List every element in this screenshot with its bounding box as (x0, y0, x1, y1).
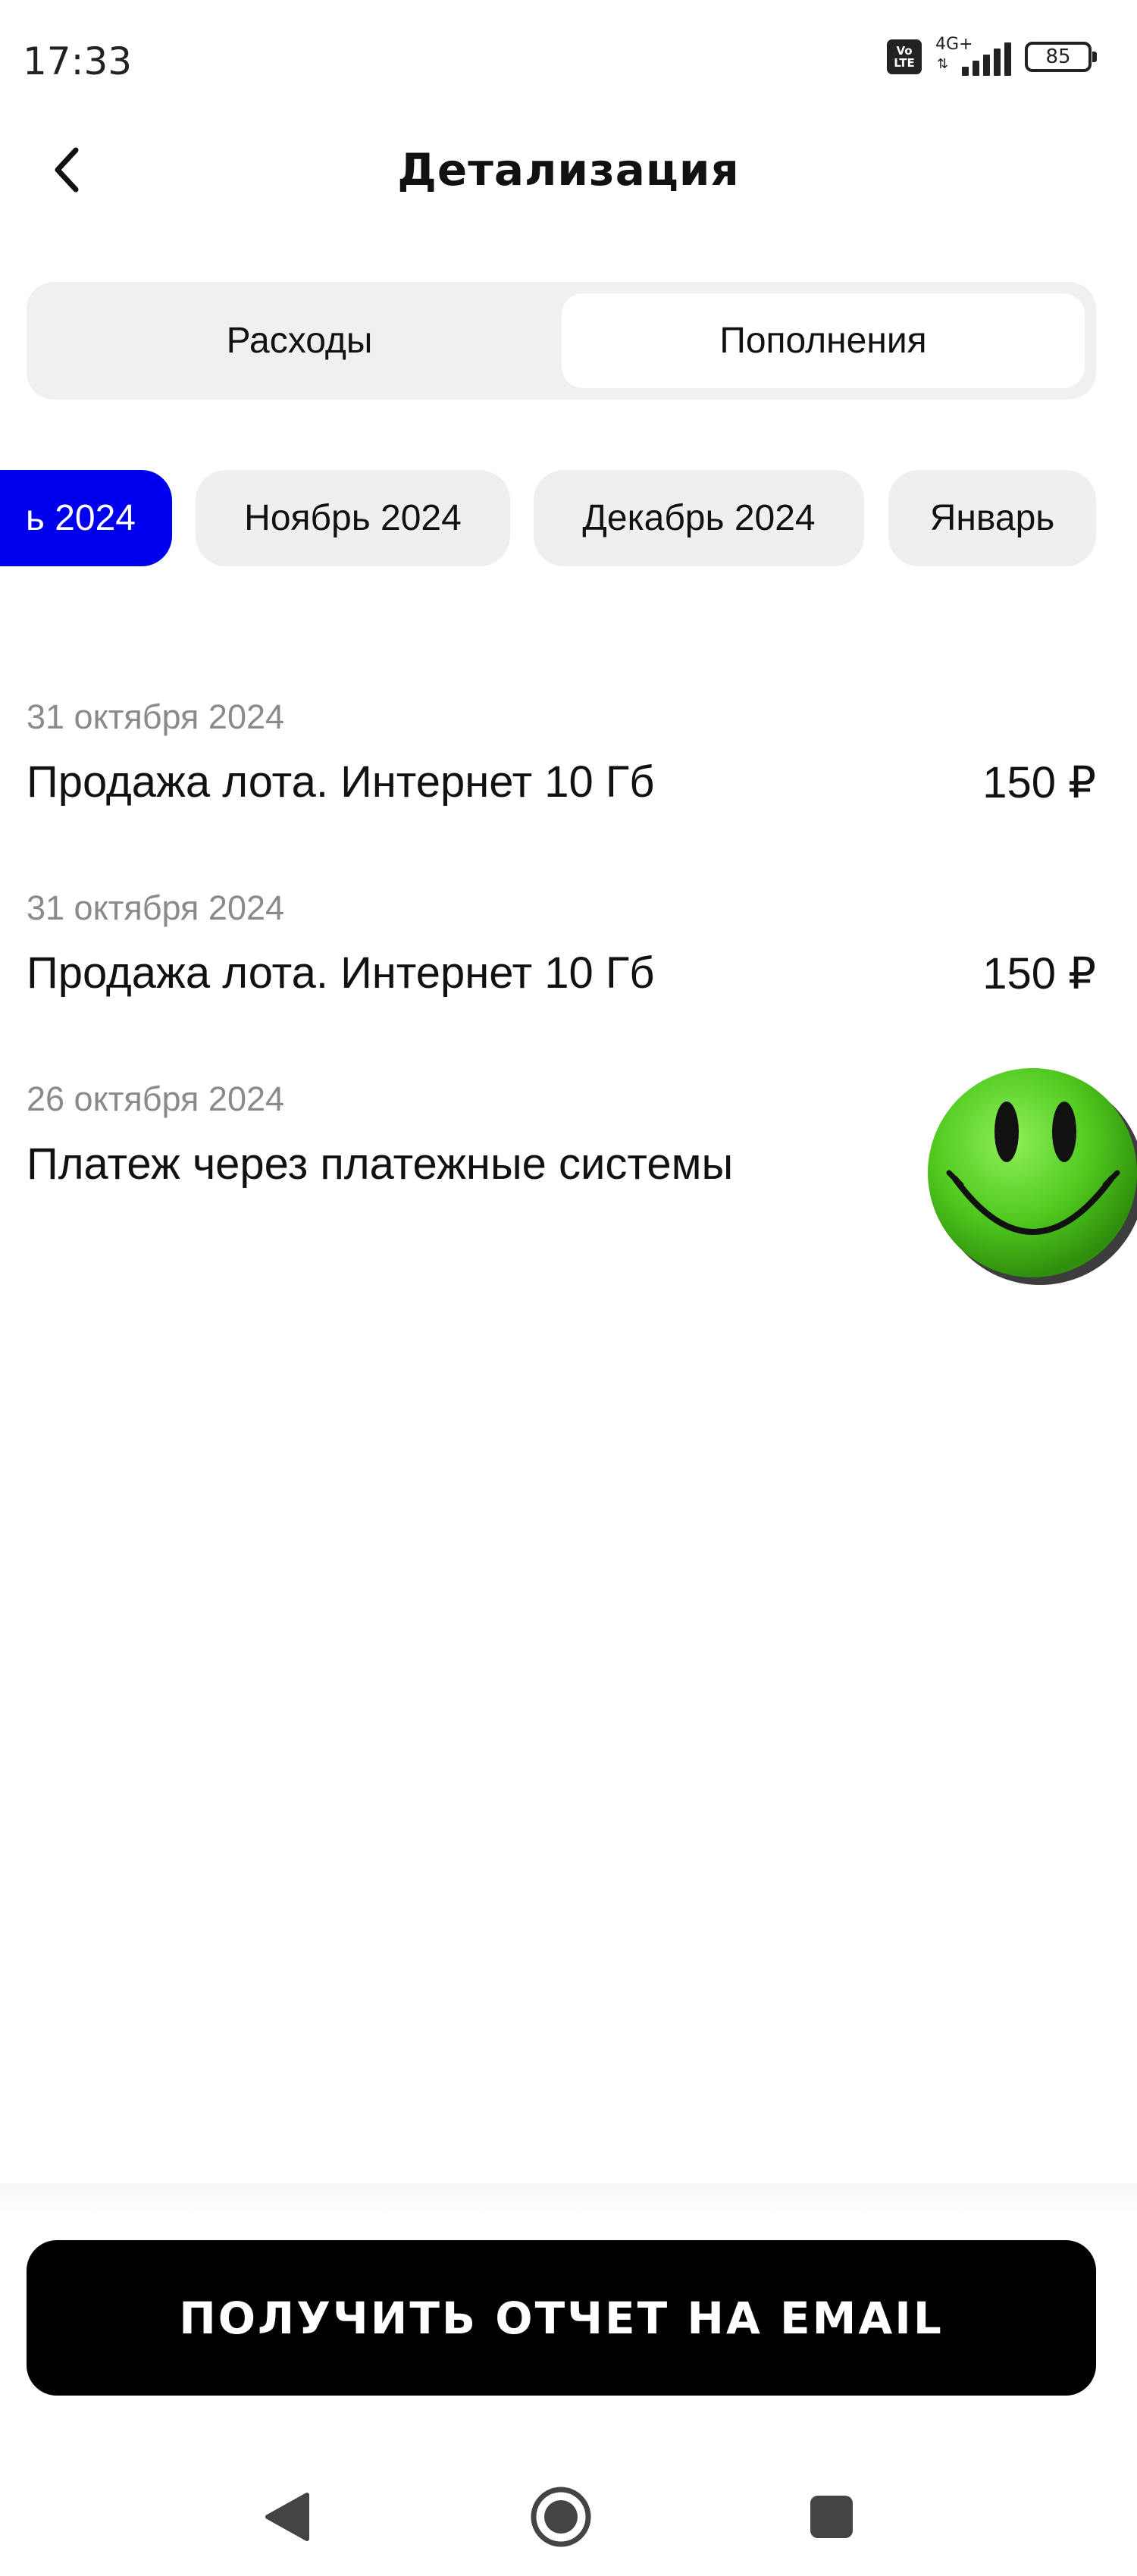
system-nav-bar (0, 2456, 1137, 2576)
volte-icon: Vo LTE (887, 39, 922, 74)
transaction-title: Платеж через платежные системы (27, 1139, 734, 1189)
transaction-item[interactable]: 31 октября 2024 Продажа лота. Интернет 1… (27, 682, 1096, 873)
status-icons: Vo LTE 4G+ ⇅ 85 (887, 35, 1097, 76)
battery-icon: 85 (1025, 42, 1097, 72)
transaction-title: Продажа лота. Интернет 10 Гб (27, 948, 655, 998)
transaction-title: Продажа лота. Интернет 10 Гб (27, 757, 655, 807)
transaction-date: 26 октября 2024 (27, 1080, 285, 1118)
tab-switcher: Расходы Пополнения (27, 282, 1096, 400)
transaction-date: 31 октября 2024 (27, 888, 285, 927)
smiley-face-graphic (928, 1068, 1137, 1285)
nav-home-button[interactable] (523, 2479, 599, 2555)
signal-icon: 4G+ ⇅ (935, 35, 1011, 76)
tab-top-ups[interactable]: Пополнения (562, 293, 1085, 388)
month-chip-november[interactable]: Ноябрь 2024 (196, 470, 510, 566)
transaction-date: 31 октября 2024 (27, 697, 285, 736)
data-arrows-icon: ⇅ (937, 56, 949, 71)
transaction-amount: 150 ₽ (982, 949, 1096, 998)
status-time: 17:33 (23, 39, 133, 83)
month-chip-january[interactable]: Январь (888, 470, 1096, 566)
transaction-item[interactable]: 31 октября 2024 Продажа лота. Интернет 1… (27, 873, 1096, 1064)
volte-top: Vo (896, 44, 913, 58)
nav-recents-icon (810, 2496, 853, 2538)
signal-bars-icon (962, 42, 1011, 76)
nav-recents-button[interactable] (794, 2479, 869, 2555)
get-report-email-button[interactable]: ПОЛУЧИТЬ ОТЧЕТ НА EMAIL (27, 2240, 1096, 2396)
status-bar: 17:33 Vo LTE 4G+ ⇅ 85 (0, 0, 1137, 129)
nav-back-button[interactable] (250, 2479, 326, 2555)
smiley-face-icon[interactable] (925, 1065, 1137, 1285)
tab-expenses[interactable]: Расходы (38, 293, 561, 388)
nav-back-icon (265, 2493, 309, 2541)
page-title: Детализация (397, 144, 740, 196)
volte-bottom: LTE (894, 56, 915, 70)
header: Детализация (0, 129, 1137, 212)
screen: 17:33 Vo LTE 4G+ ⇅ 85 Детализация Расход… (0, 0, 1137, 2576)
month-chip-october[interactable]: ь 2024 (0, 470, 172, 566)
transaction-amount: 150 ₽ (982, 758, 1096, 807)
nav-home-icon (531, 2487, 591, 2547)
battery-level: 85 (1045, 45, 1071, 68)
month-chip-december[interactable]: Декабрь 2024 (534, 470, 864, 566)
month-selector: ь 2024 Ноябрь 2024 Декабрь 2024 Январь (0, 470, 1137, 569)
